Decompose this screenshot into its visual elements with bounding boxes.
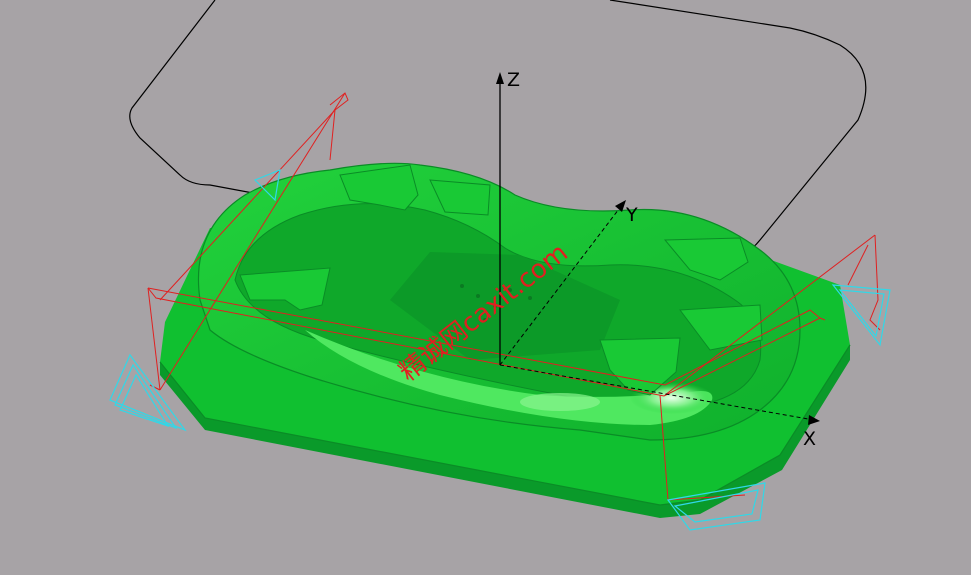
y-axis-label: Y: [625, 204, 638, 226]
x-axis-label: X: [803, 428, 816, 450]
z-axis-arrow: [496, 72, 504, 84]
z-axis-label: Z: [507, 69, 520, 91]
scene-canvas[interactable]: Z Y X 精诚网caxit.com: [0, 0, 971, 575]
cad-3d-viewport[interactable]: Z Y X 精诚网caxit.com: [0, 0, 971, 575]
